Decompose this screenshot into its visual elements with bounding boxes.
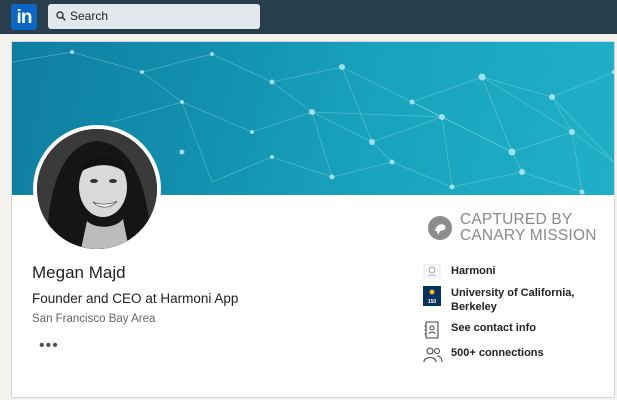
watermark-line-1: CAPTURED BY (460, 211, 573, 228)
search-placeholder: Search (70, 9, 109, 23)
avatar[interactable] (37, 129, 157, 249)
sidebar-item-label: Harmoni (451, 265, 496, 277)
company-logo-icon (423, 264, 441, 282)
sidebar-item-label: See contact info (451, 322, 536, 334)
sidebar-item-label: 500+ connections (451, 347, 544, 359)
contact-card-icon (423, 321, 441, 339)
watermark-line-2: CANARY MISSION (460, 227, 597, 244)
linkedin-logo-icon[interactable]: in (11, 4, 37, 30)
school-logo-icon: 150 (423, 286, 441, 306)
sidebar-item-label: University of California, Berkeley (451, 286, 574, 314)
profile-location: San Francisco Bay Area (32, 313, 156, 325)
search-input[interactable]: Search (48, 4, 260, 29)
top-navigation-bar: in Search (0, 0, 617, 34)
profile-card: Megan Majd Founder and CEO at Harmoni Ap… (11, 41, 615, 398)
profile-photo (37, 129, 157, 249)
education-line-1: University of California, (451, 287, 575, 299)
search-icon (56, 11, 66, 21)
more-actions-button[interactable]: ••• (39, 338, 61, 355)
profile-headline: Founder and CEO at Harmoni App (32, 291, 239, 306)
education-line-2: Berkeley (451, 301, 497, 313)
profile-name: Megan Majd (32, 263, 126, 282)
captured-by-canary-mission-watermark: CAPTURED BY CANARY MISSION (428, 212, 598, 248)
svg-text:150: 150 (428, 299, 437, 305)
people-icon (423, 346, 443, 364)
profile-photo-frame[interactable] (33, 125, 161, 253)
canary-bird-icon (428, 216, 452, 240)
